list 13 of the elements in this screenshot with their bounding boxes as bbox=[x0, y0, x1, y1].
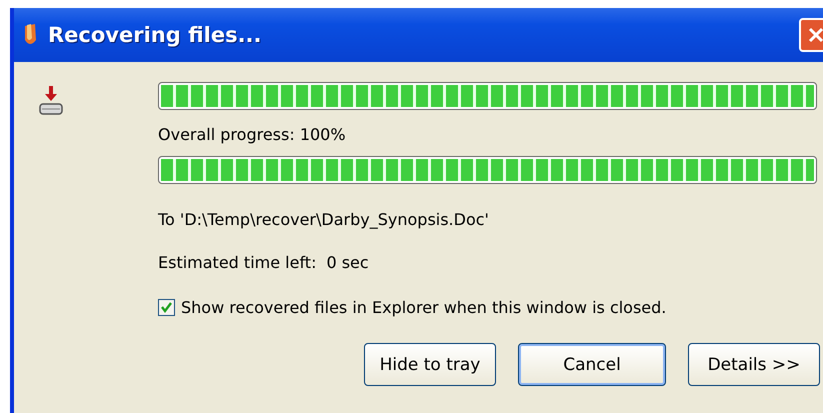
overall-progress-label: Overall progress: 100% bbox=[158, 125, 347, 144]
dialog-button[interactable]: Details >> bbox=[688, 343, 820, 386]
checkbox[interactable] bbox=[158, 299, 175, 316]
time-left-label: Estimated time left: bbox=[158, 253, 316, 272]
time-left-value: 0 sec bbox=[326, 253, 369, 272]
window-title: Recovering files... bbox=[48, 23, 262, 47]
checkbox-label[interactable]: Show recovered files in Explorer when this window is closed. bbox=[181, 298, 666, 317]
dialog-button[interactable]: Hide to tray bbox=[364, 343, 496, 386]
drive-download-icon bbox=[38, 84, 64, 118]
dialog-button[interactable]: Cancel bbox=[518, 343, 666, 386]
close-icon bbox=[806, 25, 823, 45]
close-button[interactable] bbox=[799, 18, 823, 52]
destination-path: To 'D:\Temp\recover\Darby_Synopsis.Doc' bbox=[158, 210, 490, 229]
